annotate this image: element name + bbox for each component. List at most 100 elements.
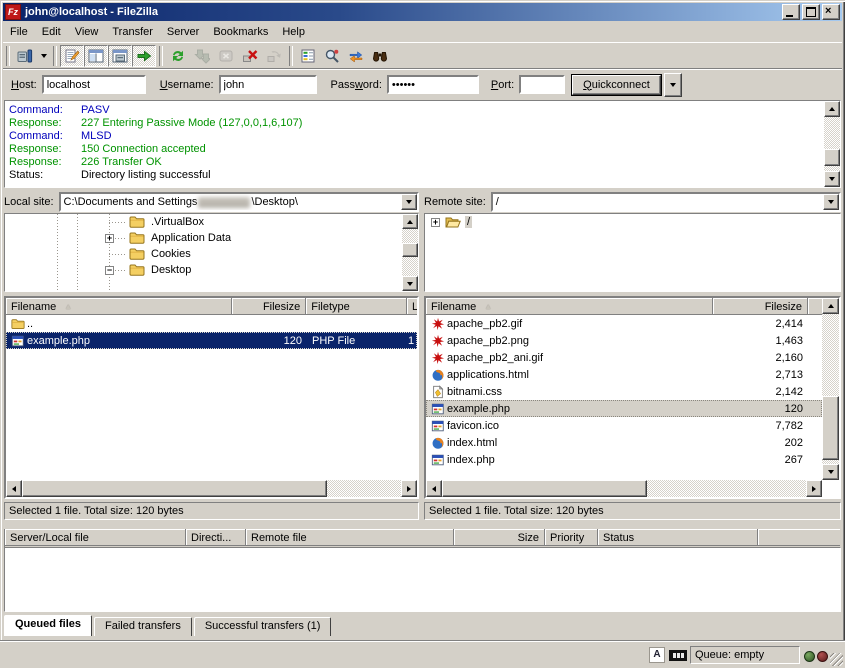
scroll-down-button[interactable] bbox=[402, 276, 418, 291]
expand-icon[interactable]: + bbox=[105, 234, 114, 243]
scroll-down-button[interactable] bbox=[822, 464, 839, 480]
refresh-icon bbox=[170, 48, 186, 64]
file-row[interactable]: favicon.ico 7,782 bbox=[426, 417, 822, 434]
file-row[interactable]: bitnami.css 2,142 bbox=[426, 383, 822, 400]
column-header-priority[interactable]: Priority bbox=[545, 529, 598, 546]
column-header-direction[interactable]: Directi... bbox=[186, 529, 246, 546]
file-row[interactable]: apache_pb2.gif 2,414 bbox=[426, 315, 822, 332]
resize-grip[interactable] bbox=[830, 653, 843, 666]
directory-filters-button[interactable] bbox=[296, 45, 320, 67]
queue-list[interactable] bbox=[4, 547, 841, 612]
tree-item-application-data[interactable]: + Application Data bbox=[5, 230, 418, 246]
collapse-icon[interactable]: − bbox=[105, 266, 114, 275]
tree-item-cookies[interactable]: Cookies bbox=[5, 246, 418, 262]
toggle-message-log-button[interactable] bbox=[60, 45, 84, 67]
column-header-server-local-file[interactable]: Server/Local file bbox=[5, 529, 186, 546]
reconnect-button[interactable] bbox=[262, 45, 286, 67]
column-header-filesize[interactable]: Filesize bbox=[232, 298, 306, 315]
local-site-dropdown-button[interactable] bbox=[401, 194, 417, 210]
activity-led-green bbox=[804, 651, 815, 662]
scroll-thumb[interactable] bbox=[442, 480, 647, 497]
remote-list-hscrollbar[interactable] bbox=[426, 480, 822, 497]
site-manager-button[interactable] bbox=[13, 45, 37, 67]
toggle-queue-button[interactable] bbox=[132, 45, 156, 67]
scroll-up-button[interactable] bbox=[824, 101, 840, 117]
menu-edit[interactable]: Edit bbox=[35, 24, 68, 40]
scroll-left-button[interactable] bbox=[6, 480, 22, 497]
file-row-example-php[interactable]: example.php 120 PHP File 1 bbox=[6, 332, 417, 349]
folder-icon bbox=[129, 230, 145, 246]
scroll-right-button[interactable] bbox=[401, 480, 417, 497]
scroll-left-button[interactable] bbox=[426, 480, 442, 497]
file-row-example-php[interactable]: example.php 120 bbox=[426, 400, 822, 417]
expand-icon[interactable]: + bbox=[431, 218, 440, 227]
tab-queued-files[interactable]: Queued files bbox=[4, 615, 92, 636]
column-header-modified[interactable]: L bbox=[407, 298, 417, 315]
scroll-right-button[interactable] bbox=[806, 480, 822, 497]
remote-site-combobox[interactable]: / bbox=[491, 192, 841, 212]
file-row[interactable]: apache_pb2_ani.gif 2,160 bbox=[426, 349, 822, 366]
file-row[interactable]: index.php 267 bbox=[426, 451, 822, 468]
site-manager-dropdown-button[interactable] bbox=[37, 46, 50, 66]
find-files-button[interactable] bbox=[368, 45, 392, 67]
file-row[interactable]: index.html 202 bbox=[426, 434, 822, 451]
column-header-status[interactable]: Status bbox=[598, 529, 758, 546]
column-header-filetype[interactable]: Filetype bbox=[306, 298, 407, 315]
file-row[interactable]: apache_pb2.png 1,463 bbox=[426, 332, 822, 349]
menu-transfer[interactable]: Transfer bbox=[105, 24, 160, 40]
sync-browsing-icon bbox=[348, 48, 364, 64]
column-header-filename[interactable]: Filename▲ bbox=[6, 298, 232, 315]
tab-failed-transfers[interactable]: Failed transfers bbox=[94, 617, 192, 636]
menu-view[interactable]: View bbox=[68, 24, 106, 40]
directory-comparison-button[interactable] bbox=[320, 45, 344, 67]
folder-icon bbox=[129, 246, 145, 262]
filezilla-window: Fz john@localhost - FileZilla × File Edi… bbox=[0, 0, 845, 668]
refresh-button[interactable] bbox=[166, 45, 190, 67]
tree-item-root[interactable]: + / bbox=[425, 214, 840, 230]
process-queue-button[interactable] bbox=[190, 45, 214, 67]
process-queue-icon bbox=[194, 48, 210, 64]
scroll-thumb[interactable] bbox=[822, 396, 839, 460]
tree-item-virtualbox[interactable]: .VirtualBox bbox=[5, 214, 418, 230]
local-list-hscrollbar[interactable] bbox=[6, 480, 417, 497]
column-header-remote-file[interactable]: Remote file bbox=[246, 529, 454, 546]
titlebar[interactable]: Fz john@localhost - FileZilla × bbox=[3, 3, 842, 21]
remote-site-dropdown-button[interactable] bbox=[823, 194, 839, 210]
file-row-parent-dir[interactable]: .. bbox=[6, 315, 417, 332]
quickconnect-dropdown-button[interactable] bbox=[664, 73, 682, 97]
local-site-combobox[interactable]: C:\Documents and Settings\Desktop\ bbox=[59, 192, 419, 212]
disconnect-button[interactable] bbox=[238, 45, 262, 67]
menu-server[interactable]: Server bbox=[160, 24, 206, 40]
column-header-filename[interactable]: Filename▲ bbox=[426, 298, 713, 315]
tree-item-desktop[interactable]: − Desktop bbox=[5, 262, 418, 278]
log-scrollbar[interactable] bbox=[824, 101, 840, 187]
toggle-local-tree-button[interactable] bbox=[84, 45, 108, 67]
cancel-operation-button[interactable] bbox=[214, 45, 238, 67]
tab-successful-transfers[interactable]: Successful transfers (1) bbox=[194, 617, 332, 636]
scroll-down-button[interactable] bbox=[824, 171, 840, 187]
quickconnect-button[interactable]: Quickconnect bbox=[571, 74, 662, 96]
password-label: Password: bbox=[331, 79, 382, 91]
remote-list-vscrollbar[interactable] bbox=[822, 298, 839, 480]
scroll-up-button[interactable] bbox=[822, 298, 839, 314]
maximize-button[interactable] bbox=[802, 4, 820, 20]
password-input[interactable] bbox=[387, 75, 479, 94]
host-input[interactable] bbox=[42, 75, 146, 94]
file-row[interactable]: applications.html 2,713 bbox=[426, 366, 822, 383]
column-header-filesize[interactable]: Filesize bbox=[713, 298, 808, 315]
port-input[interactable] bbox=[519, 75, 565, 94]
scroll-thumb[interactable] bbox=[402, 243, 418, 257]
username-input[interactable] bbox=[219, 75, 317, 94]
close-button[interactable]: × bbox=[822, 4, 840, 20]
toggle-remote-tree-button[interactable] bbox=[108, 45, 132, 67]
synchronized-browsing-button[interactable] bbox=[344, 45, 368, 67]
local-tree-scrollbar[interactable] bbox=[402, 214, 418, 291]
column-header-size[interactable]: Size bbox=[454, 529, 545, 546]
scroll-thumb[interactable] bbox=[824, 149, 840, 166]
scroll-thumb[interactable] bbox=[22, 480, 327, 497]
menu-bookmarks[interactable]: Bookmarks bbox=[206, 24, 275, 40]
menu-file[interactable]: File bbox=[3, 24, 35, 40]
minimize-button[interactable] bbox=[782, 4, 800, 20]
menu-help[interactable]: Help bbox=[275, 24, 312, 40]
scroll-up-button[interactable] bbox=[402, 214, 418, 229]
